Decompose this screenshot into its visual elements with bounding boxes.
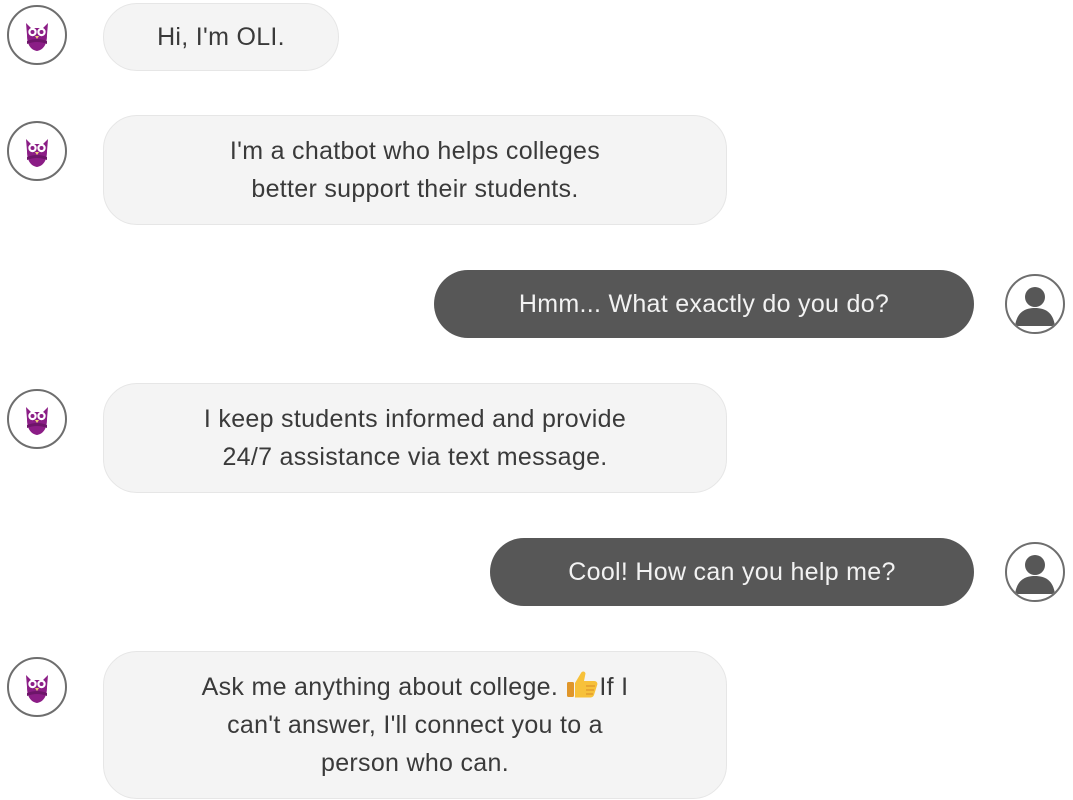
user-avatar — [1005, 274, 1065, 334]
thumbs-up-emoji — [567, 671, 598, 698]
bot-avatar — [7, 121, 67, 181]
message-text: Ask me anything about college. — [201, 673, 566, 701]
bot-message: Hi, I'm OLI. — [103, 3, 339, 71]
owl-icon — [18, 16, 56, 54]
user-message: Cool! How can you help me? — [490, 538, 974, 606]
bot-avatar — [7, 657, 67, 717]
owl-icon — [18, 400, 56, 438]
message-text: If I — [599, 673, 629, 701]
user-avatar — [1005, 542, 1065, 602]
user-icon — [1015, 555, 1055, 594]
message-line: better support their students. — [251, 175, 579, 203]
message-line: I'm a chatbot who helps colleges — [229, 137, 601, 165]
message-line: 24/7 assistance via text message. — [222, 443, 608, 471]
bot-message: I'm a chatbot who helps colleges better … — [103, 115, 727, 225]
owl-icon — [18, 132, 56, 170]
user-icon — [1015, 287, 1055, 326]
bot-message: I keep students informed and provide 24/… — [103, 383, 727, 493]
owl-icon — [18, 668, 56, 706]
user-message: Hmm... What exactly do you do? — [434, 270, 974, 338]
bot-message: Ask me anything about college. If I can'… — [103, 651, 727, 799]
message-line: person who can. — [321, 749, 509, 777]
message-text: Cool! How can you help me? — [568, 558, 896, 586]
message-line: I keep students informed and provide — [203, 405, 627, 433]
bot-avatar — [7, 5, 67, 65]
message-line: can't answer, I'll connect you to a — [227, 711, 603, 739]
message-text: Hi, I'm OLI. — [157, 23, 285, 51]
message-text: Hmm... What exactly do you do? — [518, 290, 890, 318]
bot-avatar — [7, 389, 67, 449]
message-line: Ask me anything about college. If I — [202, 668, 629, 706]
